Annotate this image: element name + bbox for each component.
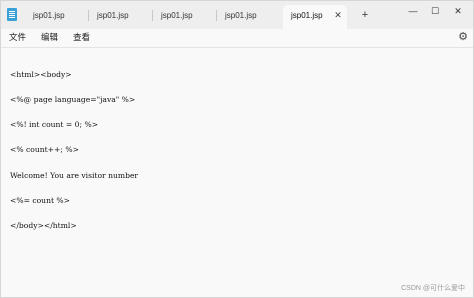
new-tab-button[interactable]: + [358, 7, 372, 23]
tab-label: jsp01.jsp [225, 11, 257, 20]
tab-1[interactable]: jsp01.jsp [25, 5, 89, 26]
close-window-button[interactable]: ✕ [448, 4, 468, 18]
tab-5-active[interactable]: jsp01.jsp ✕ [283, 5, 347, 29]
gear-icon[interactable]: ⚙ [457, 30, 469, 44]
editor-line: </body></html> [10, 221, 77, 231]
notepad-app-icon [7, 8, 17, 21]
editor-line: <%= count %> [10, 195, 71, 205]
editor-line: <%@ page language="java" %> [10, 95, 136, 105]
menu-bar: 文件 编辑 查看 ⚙ [1, 29, 473, 47]
tab-3[interactable]: jsp01.jsp [153, 5, 217, 26]
menu-file[interactable]: 文件 [9, 31, 26, 44]
tab-label: jsp01.jsp [97, 11, 129, 20]
minimize-button[interactable]: — [403, 4, 423, 18]
tab-4[interactable]: jsp01.jsp [217, 5, 281, 26]
editor-line: Welcome! You are visitor number [10, 170, 139, 180]
notepad-window: jsp01.jsp jsp01.jsp jsp01.jsp jsp01.jsp … [0, 0, 474, 298]
menu-view[interactable]: 查看 [73, 31, 90, 44]
close-tab-icon[interactable]: ✕ [332, 5, 344, 26]
maximize-button[interactable]: ☐ [425, 4, 445, 18]
editor-text: <html><body> <%@ page language="java" %>… [10, 54, 138, 247]
text-editor-area[interactable]: <html><body> <%@ page language="java" %>… [1, 47, 473, 297]
editor-line: <%! int count = 0; %> [10, 120, 99, 130]
editor-line: <% count++; %> [10, 145, 79, 155]
tab-strip: jsp01.jsp jsp01.jsp jsp01.jsp jsp01.jsp … [1, 1, 473, 29]
tab-label: jsp01.jsp [291, 11, 323, 20]
watermark: CSDN @可什么爱中 [401, 285, 465, 292]
tab-label: jsp01.jsp [33, 11, 65, 20]
tab-label: jsp01.jsp [161, 11, 193, 20]
menu-edit[interactable]: 编辑 [41, 31, 58, 44]
tab-2[interactable]: jsp01.jsp [89, 5, 153, 26]
editor-line: <html><body> [10, 69, 72, 79]
